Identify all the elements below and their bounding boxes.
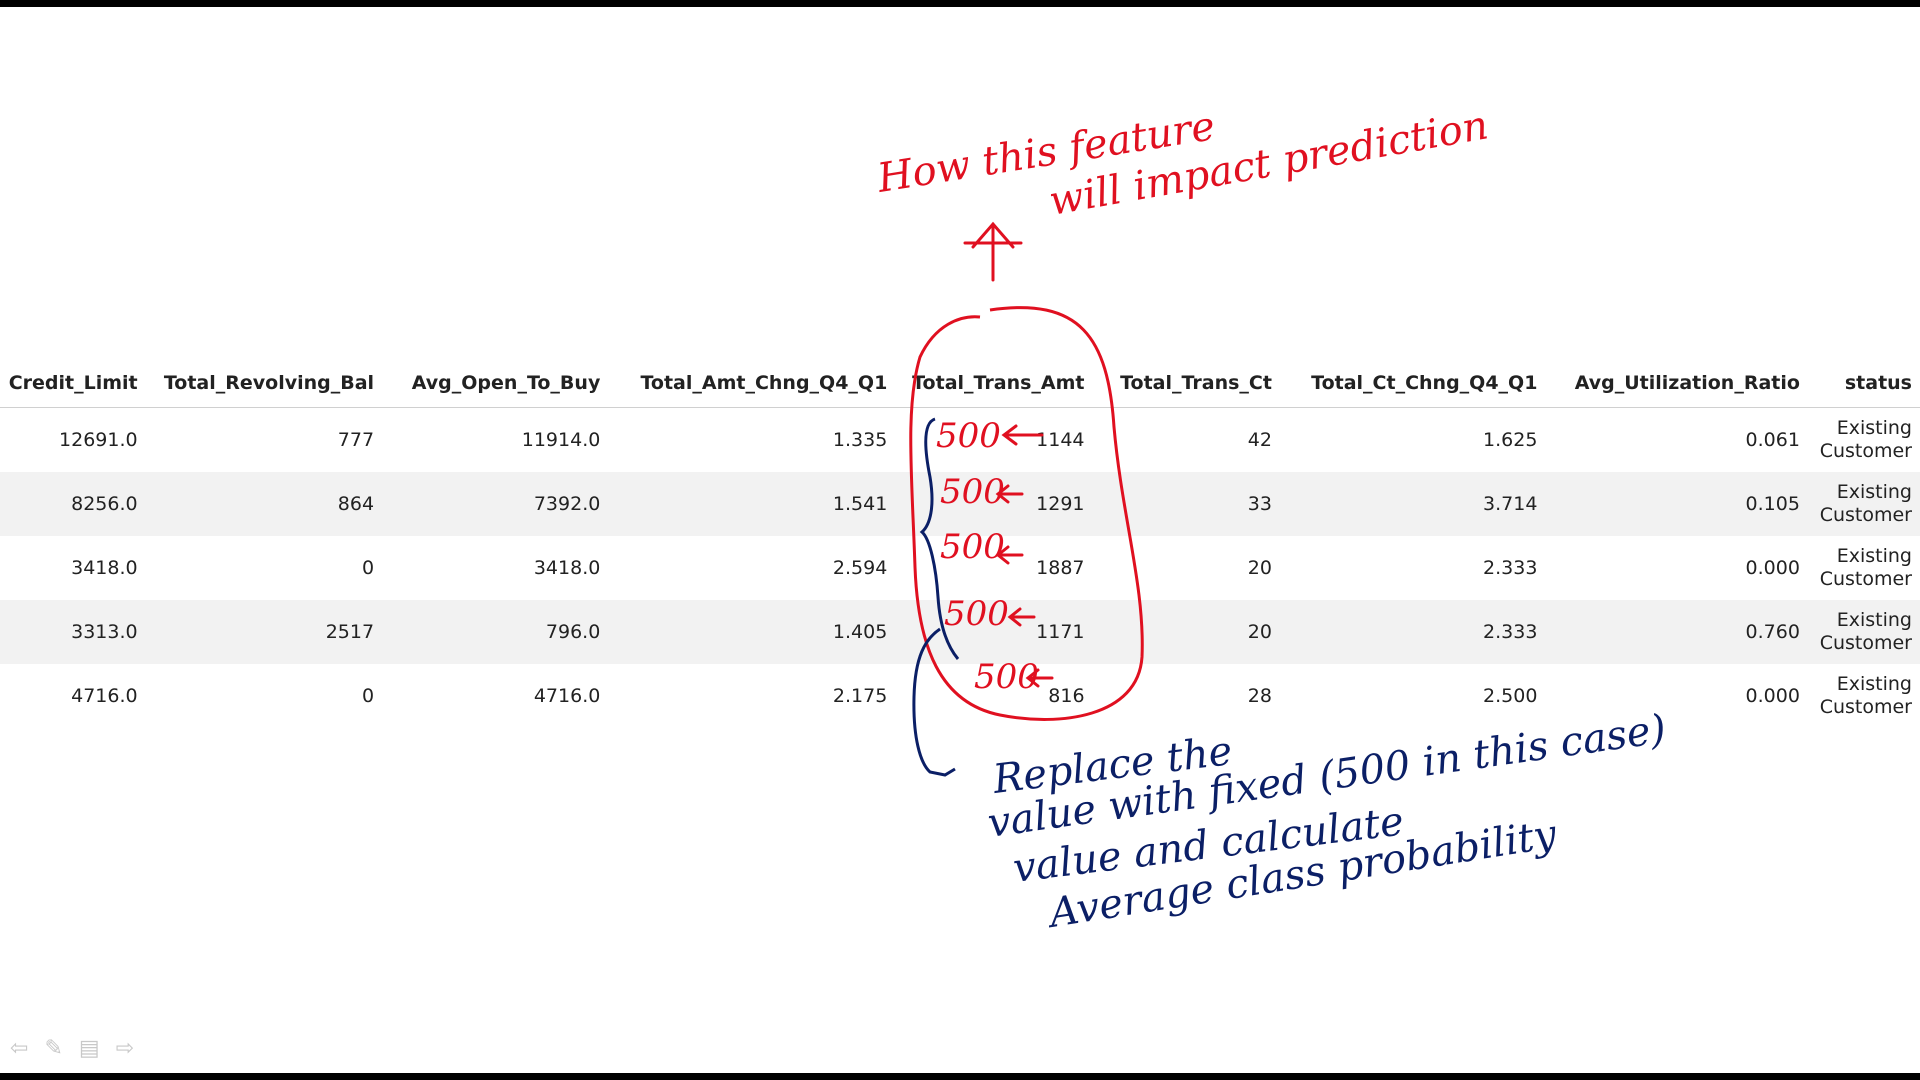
cell-avg-open-to-buy: 7392.0 [382, 472, 609, 536]
cell-total-trans-ct: 28 [1247, 685, 1272, 707]
cell-avg-utilization-ratio: 0.760 [1545, 600, 1808, 664]
cell-status: Existing Customer [1807, 472, 1920, 536]
column-header-total-trans-ct: Total_Trans_Ct [1092, 359, 1280, 408]
cell-total-amt-chng: 1.405 [608, 600, 896, 664]
data-table: Credit_Limit Total_Revolving_Bal Avg_Ope… [0, 359, 1920, 728]
column-header-avg-utilization-ratio: Avg_Utilization_Ratio [1545, 359, 1808, 408]
cell-status: Existing Customer [1819, 673, 1912, 718]
cell-total-trans-amt: 1291 [895, 472, 1093, 536]
menu-icon[interactable]: ▤ [79, 1036, 100, 1061]
cell-total-trans-ct: 42 [1247, 429, 1272, 451]
cell-total-ct-chng: 3.714 [1279, 472, 1546, 536]
column-header-total-ct-chng: Total_Ct_Chng_Q4_Q1 [1279, 359, 1546, 408]
arrow-up-icon [963, 221, 1023, 282]
cell-total-trans-amt: 1887 [1036, 557, 1085, 579]
pen-icon[interactable]: ✎ [44, 1036, 62, 1061]
cell-total-ct-chng: 2.333 [1279, 600, 1546, 664]
cell-total-ct-chng: 1.625 [1483, 429, 1538, 451]
cell-avg-utilization-ratio: 0.061 [1745, 429, 1800, 451]
table-row: 4716.0 0 4716.0 2.175 816 28 2.500 0.000… [0, 664, 1920, 728]
cell-credit-limit: 12691.0 [59, 429, 138, 451]
cell-avg-open-to-buy: 3418.0 [533, 557, 601, 579]
column-header-total-revolving-bal: Total_Revolving_Bal [145, 359, 383, 408]
column-header-status: status [1807, 359, 1920, 408]
cell-avg-utilization-ratio: 0.000 [1745, 685, 1800, 707]
table-row: 3313.0 2517 796.0 1.405 1171 20 2.333 0.… [0, 600, 1920, 664]
cell-total-ct-chng: 2.333 [1483, 557, 1538, 579]
cell-total-trans-amt: 1144 [1036, 429, 1085, 451]
cell-status: Existing Customer [1819, 545, 1912, 590]
cell-avg-open-to-buy: 11914.0 [521, 429, 601, 451]
cell-total-trans-ct: 33 [1092, 472, 1280, 536]
table-row: 3418.0 0 3418.0 2.594 1887 20 2.333 0.00… [0, 536, 1920, 600]
cell-avg-open-to-buy: 796.0 [382, 600, 609, 664]
column-header-avg-open-to-buy: Avg_Open_To_Buy [382, 359, 609, 408]
cell-credit-limit: 4716.0 [71, 685, 138, 707]
column-header-total-amt-chng: Total_Amt_Chng_Q4_Q1 [608, 359, 896, 408]
cell-total-amt-chng: 2.175 [832, 685, 888, 707]
cell-total-trans-amt: 1171 [895, 600, 1093, 664]
back-arrow-icon[interactable]: ⇦ [10, 1036, 28, 1061]
cell-total-ct-chng: 2.500 [1483, 685, 1538, 707]
cell-total-revolving-bal: 2517 [145, 600, 383, 664]
forward-arrow-icon[interactable]: ⇨ [116, 1036, 134, 1061]
cell-total-revolving-bal: 777 [337, 429, 375, 451]
bottom-note-line3: value and calculate [1011, 798, 1407, 892]
cell-credit-limit: 8256.0 [0, 472, 146, 536]
bottom-note-line1: Replace the [990, 728, 1235, 803]
cell-total-revolving-bal: 864 [145, 472, 383, 536]
cell-avg-utilization-ratio: 0.105 [1545, 472, 1808, 536]
table-row: 8256.0 864 7392.0 1.541 1291 33 3.714 0.… [0, 472, 1920, 536]
cell-avg-open-to-buy: 4716.0 [533, 685, 601, 707]
slide-canvas: Credit_Limit Total_Revolving_Bal Avg_Ope… [0, 7, 1920, 1073]
cell-total-amt-chng: 2.594 [832, 557, 888, 579]
table-header-row: Credit_Limit Total_Revolving_Bal Avg_Ope… [0, 359, 1920, 408]
bottom-note-line4: Average class probability [1042, 811, 1560, 937]
cell-credit-limit: 3418.0 [71, 557, 138, 579]
cell-status: Existing Customer [1807, 600, 1920, 664]
column-header-total-trans-amt: Total_Trans_Amt [895, 359, 1093, 408]
cell-total-revolving-bal: 0 [361, 557, 375, 579]
top-note-line2: will impact prediction [1046, 102, 1492, 225]
table-row: 12691.0 777 11914.0 1.335 1144 42 1.625 … [0, 408, 1920, 473]
slideshow-toolbar: ⇦ ✎ ▤ ⇨ [10, 1036, 134, 1061]
top-note-line1: How this feature [873, 103, 1218, 202]
cell-total-revolving-bal: 0 [361, 685, 375, 707]
cell-credit-limit: 3313.0 [0, 600, 146, 664]
cell-status: Existing Customer [1819, 417, 1912, 462]
cell-total-trans-ct: 20 [1247, 557, 1272, 579]
column-header-credit-limit: Credit_Limit [0, 359, 146, 408]
cell-total-trans-ct: 20 [1092, 600, 1280, 664]
cell-total-amt-chng: 1.335 [832, 429, 888, 451]
cell-total-amt-chng: 1.541 [608, 472, 896, 536]
cell-avg-utilization-ratio: 0.000 [1745, 557, 1800, 579]
cell-total-trans-amt: 816 [1048, 685, 1085, 707]
